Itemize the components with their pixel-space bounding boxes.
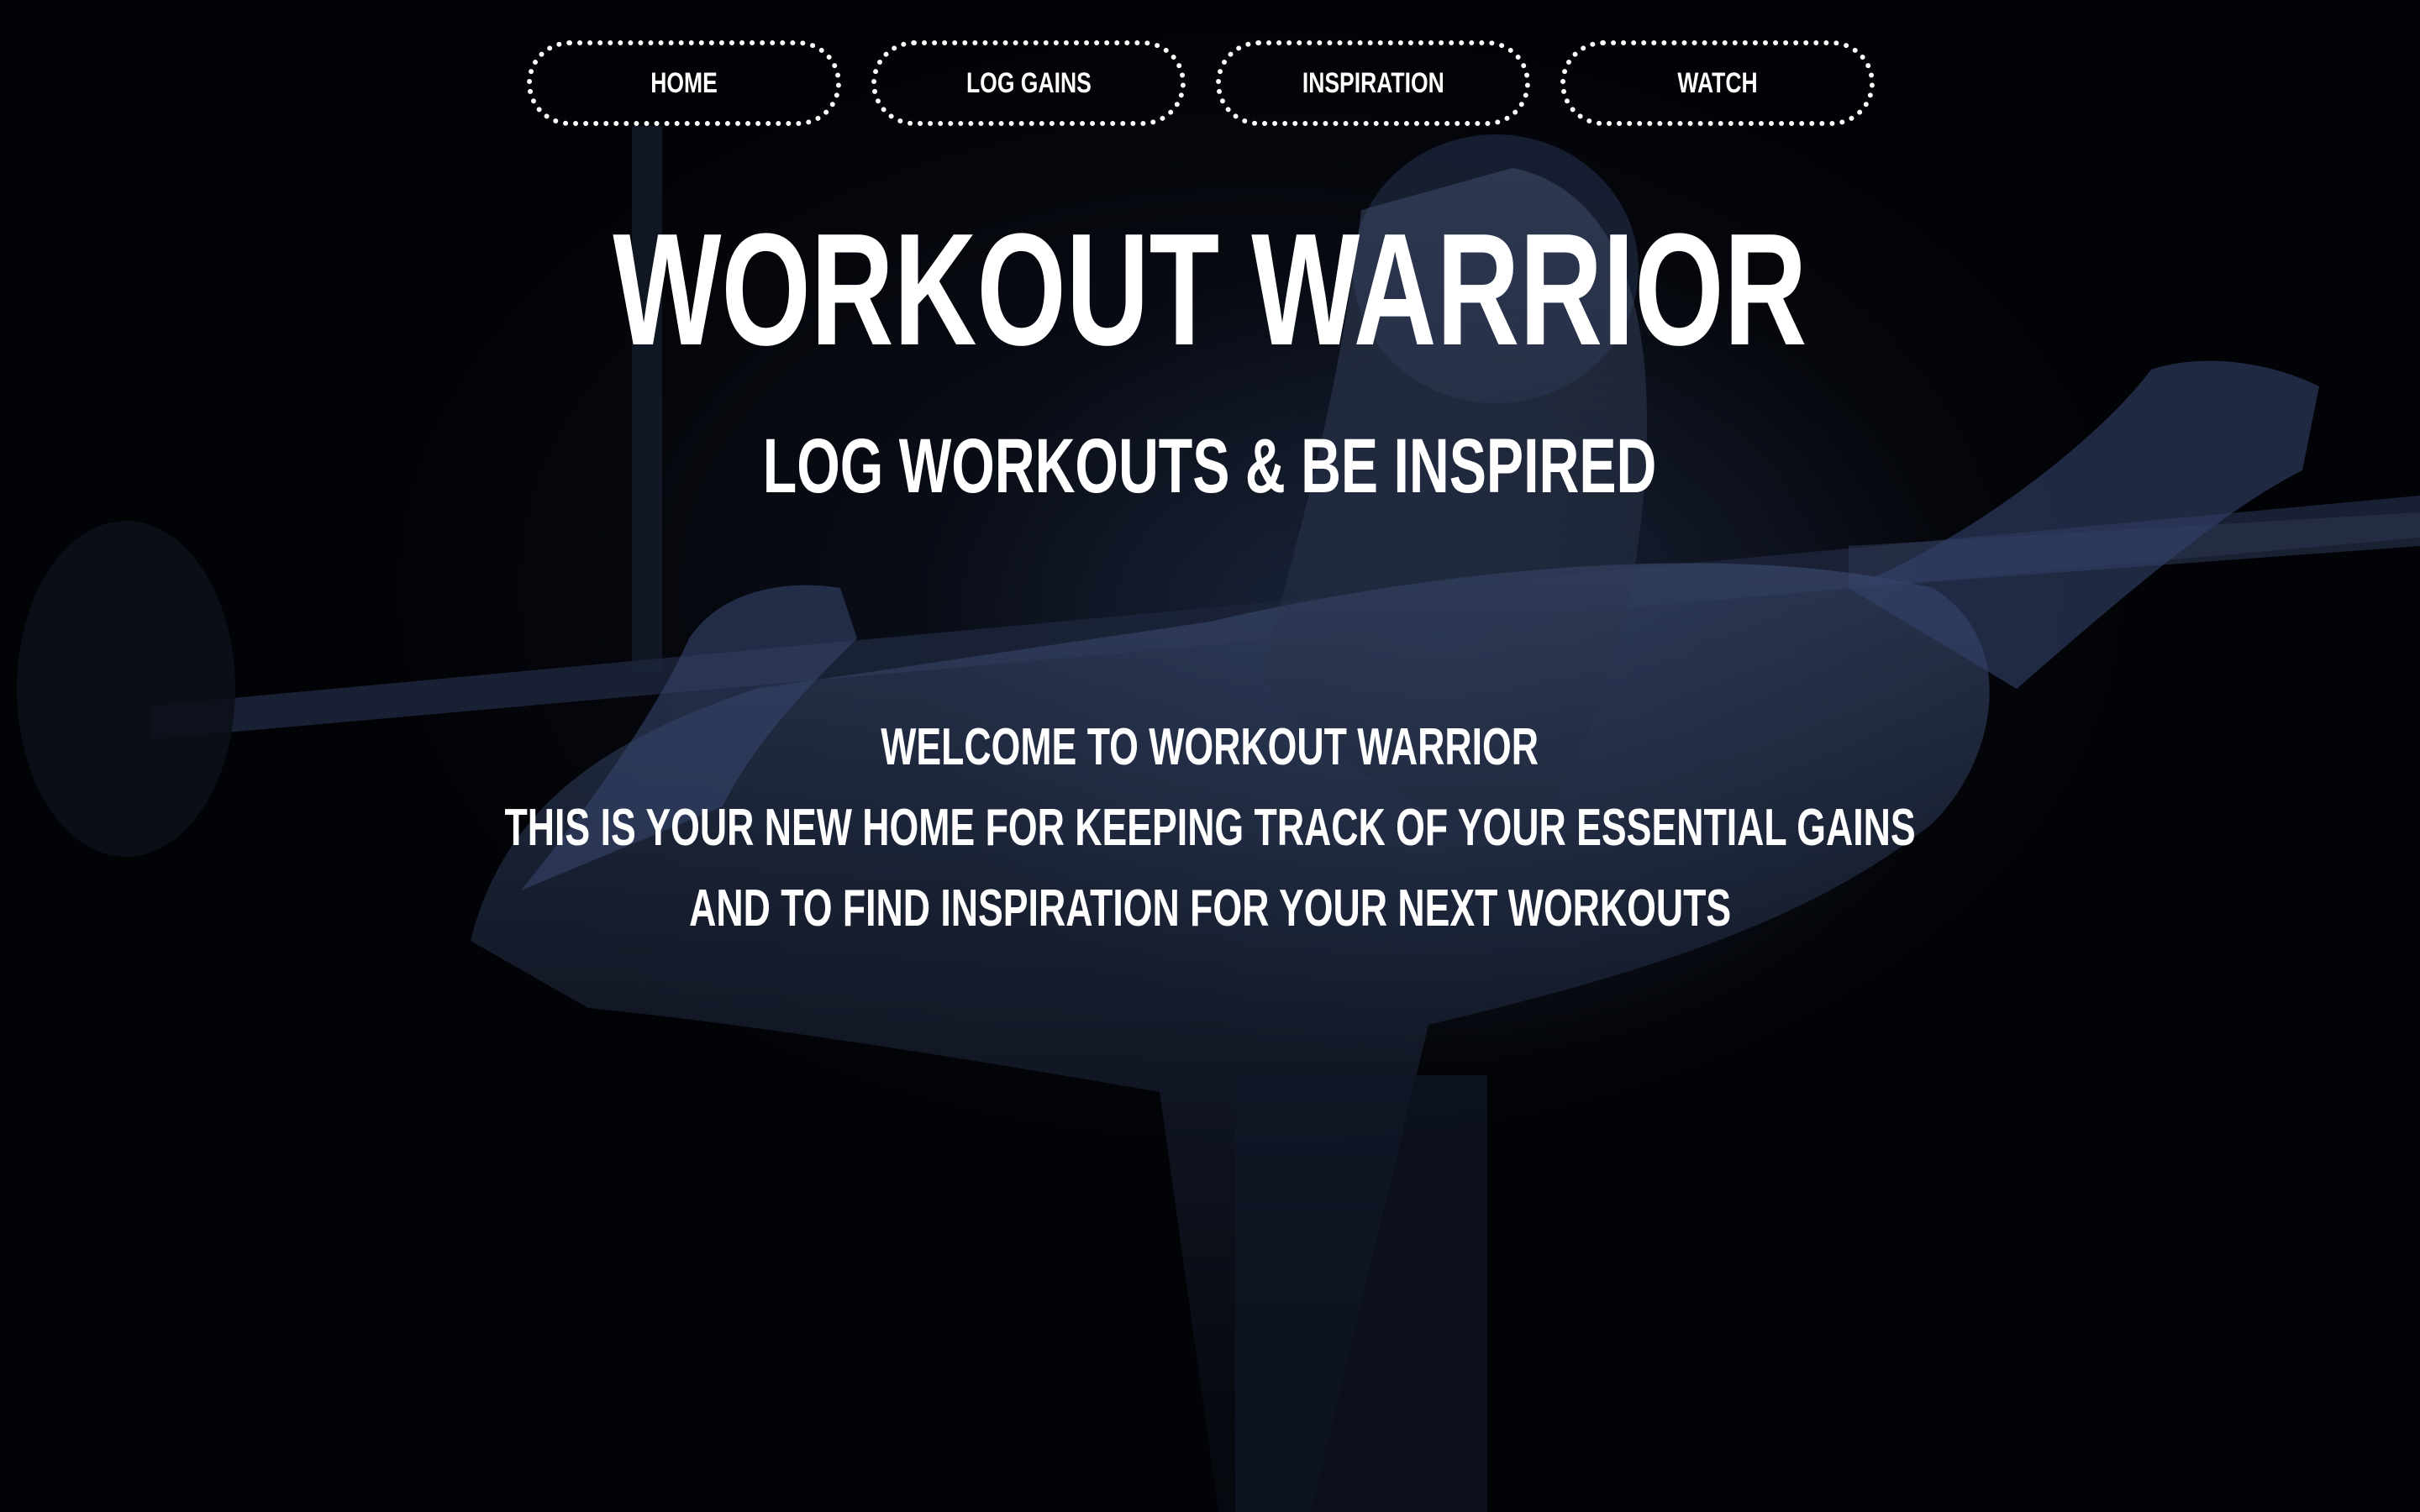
nav-home-button[interactable]: HOME bbox=[527, 40, 841, 126]
nav-inspiration-button[interactable]: INSPIRATION bbox=[1216, 40, 1530, 126]
nav-log-gains-label: LOG GAINS bbox=[965, 66, 1092, 99]
page-title: WORKOUT WARRIOR bbox=[0, 202, 2420, 378]
page-title-text: WORKOUT WARRIOR bbox=[613, 201, 1807, 379]
intro-line-home: THIS IS YOUR NEW HOME FOR KEEPING TRACK … bbox=[504, 799, 1916, 857]
nav-inspiration-label: INSPIRATION bbox=[1302, 66, 1444, 99]
welcome-line: WELCOME TO WORKOUT WARRIOR bbox=[881, 718, 1539, 776]
nav-watch-label: WATCH bbox=[1677, 66, 1758, 99]
nav-log-gains-button[interactable]: LOG GAINS bbox=[871, 40, 1186, 126]
main-nav: HOME LOG GAINS INSPIRATION WATCH bbox=[527, 40, 1875, 126]
page-subtitle-text: LOG WORKOUTS & BE INSPIRED bbox=[763, 423, 1657, 509]
page-subtitle: LOG WORKOUTS & BE INSPIRED bbox=[0, 420, 2420, 512]
nav-home-label: HOME bbox=[650, 66, 718, 99]
welcome-intro: WELCOME TO WORKOUT WARRIOR THIS IS YOUR … bbox=[0, 707, 2420, 949]
nav-watch-button[interactable]: WATCH bbox=[1560, 40, 1875, 126]
intro-line-inspiration: AND TO FIND INSPIRATION FOR YOUR NEXT WO… bbox=[688, 879, 1732, 937]
